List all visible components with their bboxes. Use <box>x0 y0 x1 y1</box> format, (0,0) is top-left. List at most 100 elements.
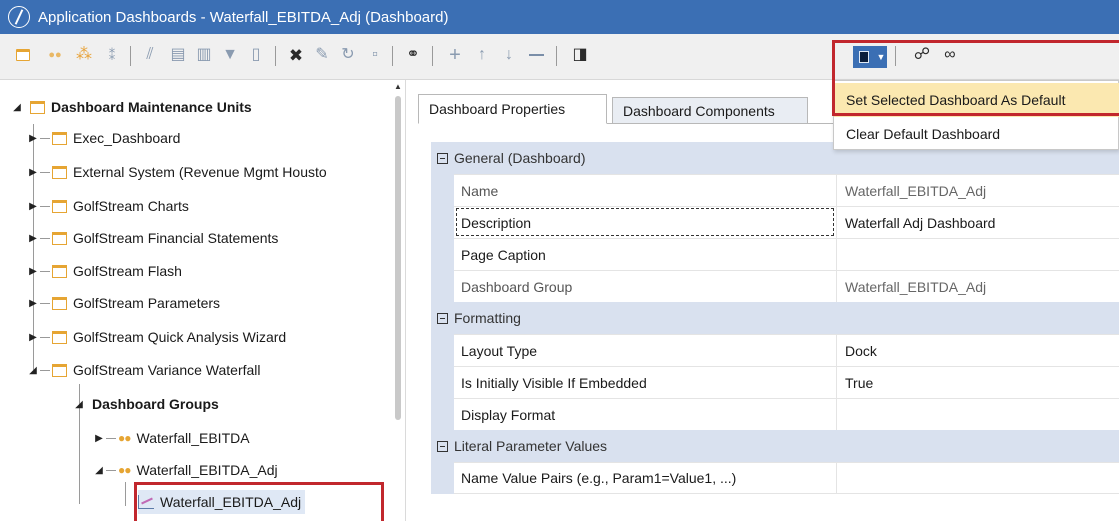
collapse-icon[interactable]: ◢ <box>92 465 106 476</box>
folder-icon <box>52 264 67 278</box>
menu-item-clear-default[interactable]: Clear Default Dashboard <box>834 117 1119 151</box>
tree-root-label: Dashboard Maintenance Units <box>51 99 252 115</box>
delete-icon[interactable]: ✖ <box>284 43 308 67</box>
expand-icon[interactable]: ▶ <box>26 266 40 277</box>
move-down-icon[interactable]: ↓ <box>497 43 521 67</box>
tab-dashboard-properties[interactable]: Dashboard Properties <box>418 94 607 124</box>
highlight-frame-dashboard <box>134 482 384 521</box>
property-value[interactable]: Waterfall_EBITDA_Adj <box>836 174 1119 206</box>
property-row[interactable]: Name Waterfall_EBITDA_Adj <box>431 174 1119 206</box>
tab-dashboard-components[interactable]: Dashboard Components <box>612 97 808 124</box>
collapse-icon[interactable]: ◢ <box>26 365 40 376</box>
property-name: Name Value Pairs (e.g., Param1=Value1, .… <box>454 461 836 494</box>
tree-item-label: GolfStream Parameters <box>73 295 221 311</box>
property-row[interactable]: Is Initially Visible If Embedded True <box>431 366 1119 398</box>
property-value[interactable]: Waterfall Adj Dashboard <box>836 206 1119 238</box>
property-value[interactable] <box>836 238 1119 270</box>
section-literal-parameters[interactable]: Literal Parameter Values <box>431 430 1119 462</box>
property-row[interactable]: Page Caption <box>431 238 1119 270</box>
expand-icon[interactable]: ▶ <box>26 298 40 309</box>
folder-icon <box>52 296 67 310</box>
open-icon[interactable]: ◨ <box>568 43 592 67</box>
section-title: Formatting <box>454 310 521 326</box>
folder-icon <box>52 231 67 245</box>
components-icon[interactable]: ⁂ <box>72 43 96 67</box>
property-value[interactable] <box>836 461 1119 494</box>
tree-item-label: Waterfall_EBITDA <box>136 430 250 446</box>
tree-item[interactable]: ▶ GolfStream Flash <box>26 259 182 283</box>
new-folder-icon[interactable] <box>11 43 35 67</box>
folder-icon <box>52 199 67 213</box>
collapse-icon[interactable] <box>437 152 448 164</box>
property-name: Name <box>454 174 836 206</box>
property-row[interactable]: Name Value Pairs (e.g., Param1=Value1, .… <box>431 461 1119 494</box>
folder-icon <box>52 131 67 145</box>
folder-icon <box>52 363 67 377</box>
tree-root[interactable]: ◢ Dashboard Maintenance Units <box>10 95 252 119</box>
property-row[interactable]: Description Waterfall Adj Dashboard <box>431 206 1119 238</box>
save-icon[interactable]: ▫ <box>363 43 387 67</box>
tree-item-label: GolfStream Flash <box>73 263 182 279</box>
folder-icon <box>52 165 67 179</box>
property-row[interactable]: Display Format <box>431 398 1119 430</box>
collapse-icon[interactable] <box>437 312 448 324</box>
property-name: Display Format <box>454 398 836 430</box>
property-value[interactable]: True <box>836 366 1119 398</box>
edit-icon[interactable]: ✎ <box>310 43 334 67</box>
search-icon[interactable]: ⚭ <box>401 43 425 67</box>
title-bar: Application Dashboards - Waterfall_EBITD… <box>0 0 1119 34</box>
property-row[interactable]: Dashboard Group Waterfall_EBITDA_Adj <box>431 270 1119 302</box>
filter-icon[interactable]: ▼ <box>218 43 242 67</box>
form-icon[interactable]: ▤ <box>166 43 190 67</box>
tree-item-label: Exec_Dashboard <box>73 130 181 146</box>
property-value[interactable]: Waterfall_EBITDA_Adj <box>836 270 1119 302</box>
section-title: General (Dashboard) <box>454 150 586 166</box>
section-title: Literal Parameter Values <box>454 438 608 454</box>
tree-item[interactable]: ▶ GolfStream Charts <box>26 194 189 218</box>
property-name: Layout Type <box>454 334 836 366</box>
tree-item[interactable]: ▶ External System (Revenue Mgmt Housto <box>26 160 327 184</box>
expand-icon[interactable]: ▶ <box>26 201 40 212</box>
group-icon[interactable]: ●● <box>43 43 67 67</box>
remove-icon[interactable] <box>524 43 548 67</box>
property-value[interactable]: Dock <box>836 334 1119 366</box>
move-up-icon[interactable]: ↑ <box>470 43 494 67</box>
group-icon: ●● <box>118 463 131 477</box>
scrollbar-thumb[interactable] <box>395 96 401 420</box>
window-title: Application Dashboards - Waterfall_EBITD… <box>38 8 449 26</box>
expand-icon[interactable]: ▶ <box>26 167 40 178</box>
add-icon[interactable]: + <box>443 43 467 67</box>
expand-icon[interactable]: ▶ <box>26 133 40 144</box>
tree-item-label: Dashboard Groups <box>92 396 219 412</box>
property-row[interactable]: Layout Type Dock <box>431 334 1119 366</box>
section-formatting[interactable]: Formatting <box>431 302 1119 334</box>
tree-item[interactable]: ▶ GolfStream Quick Analysis Wizard <box>26 325 286 349</box>
collapse-icon[interactable] <box>437 440 448 452</box>
tree-item-label: GolfStream Variance Waterfall <box>73 362 261 378</box>
scroll-up-icon[interactable]: ▲ <box>394 82 402 91</box>
chart-icon[interactable]: ⫽ <box>138 43 162 67</box>
property-name: Page Caption <box>454 238 836 270</box>
expand-icon[interactable]: ▶ <box>26 233 40 244</box>
tree-item[interactable]: ▶ Exec_Dashboard <box>26 126 180 150</box>
tree-item[interactable]: ▶ GolfStream Financial Statements <box>26 226 278 250</box>
collapse-icon[interactable]: ◢ <box>72 399 86 410</box>
tree-item[interactable]: ◢ GolfStream Variance Waterfall <box>26 358 261 382</box>
split-icon[interactable]: ▥ <box>192 43 216 67</box>
property-name: Description <box>454 206 836 238</box>
folder-icon <box>30 100 45 114</box>
document-icon[interactable]: ▯ <box>244 43 268 67</box>
property-value[interactable] <box>836 398 1119 430</box>
refresh-icon[interactable]: ↻ <box>336 43 360 67</box>
add-component-icon[interactable]: ⁑ <box>100 43 124 67</box>
collapse-icon[interactable]: ◢ <box>10 102 24 113</box>
tree-item-group[interactable]: ▶ ●● Waterfall_EBITDA <box>92 426 250 450</box>
tree-item[interactable]: ▶ GolfStream Parameters <box>26 291 220 315</box>
expand-icon[interactable]: ▶ <box>92 433 106 444</box>
tree-item-group[interactable]: ◢ ●● Waterfall_EBITDA_Adj <box>92 458 278 482</box>
tree-item-dashboard-groups[interactable]: ◢ Dashboard Groups <box>72 392 219 416</box>
tree-item-label: Waterfall_EBITDA_Adj <box>136 462 278 478</box>
expand-icon[interactable]: ▶ <box>26 332 40 343</box>
property-name: Dashboard Group <box>454 270 836 302</box>
tree-item-label: GolfStream Charts <box>73 198 189 214</box>
